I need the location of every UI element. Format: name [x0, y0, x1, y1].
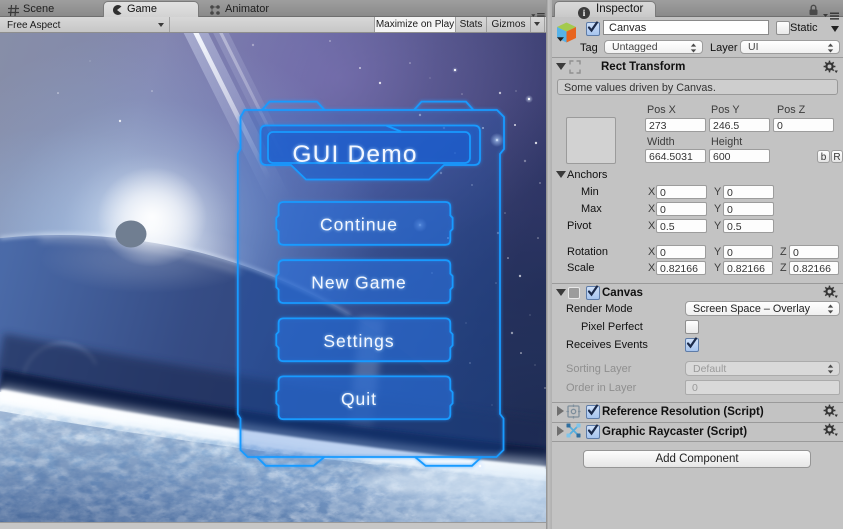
svg-text:Quit: Quit	[341, 389, 377, 409]
svg-text:Continue: Continue	[320, 214, 398, 234]
svg-text:GUI Demo: GUI Demo	[292, 141, 417, 168]
svg-text:New Game: New Game	[311, 273, 407, 293]
svg-text:Settings: Settings	[323, 331, 394, 351]
